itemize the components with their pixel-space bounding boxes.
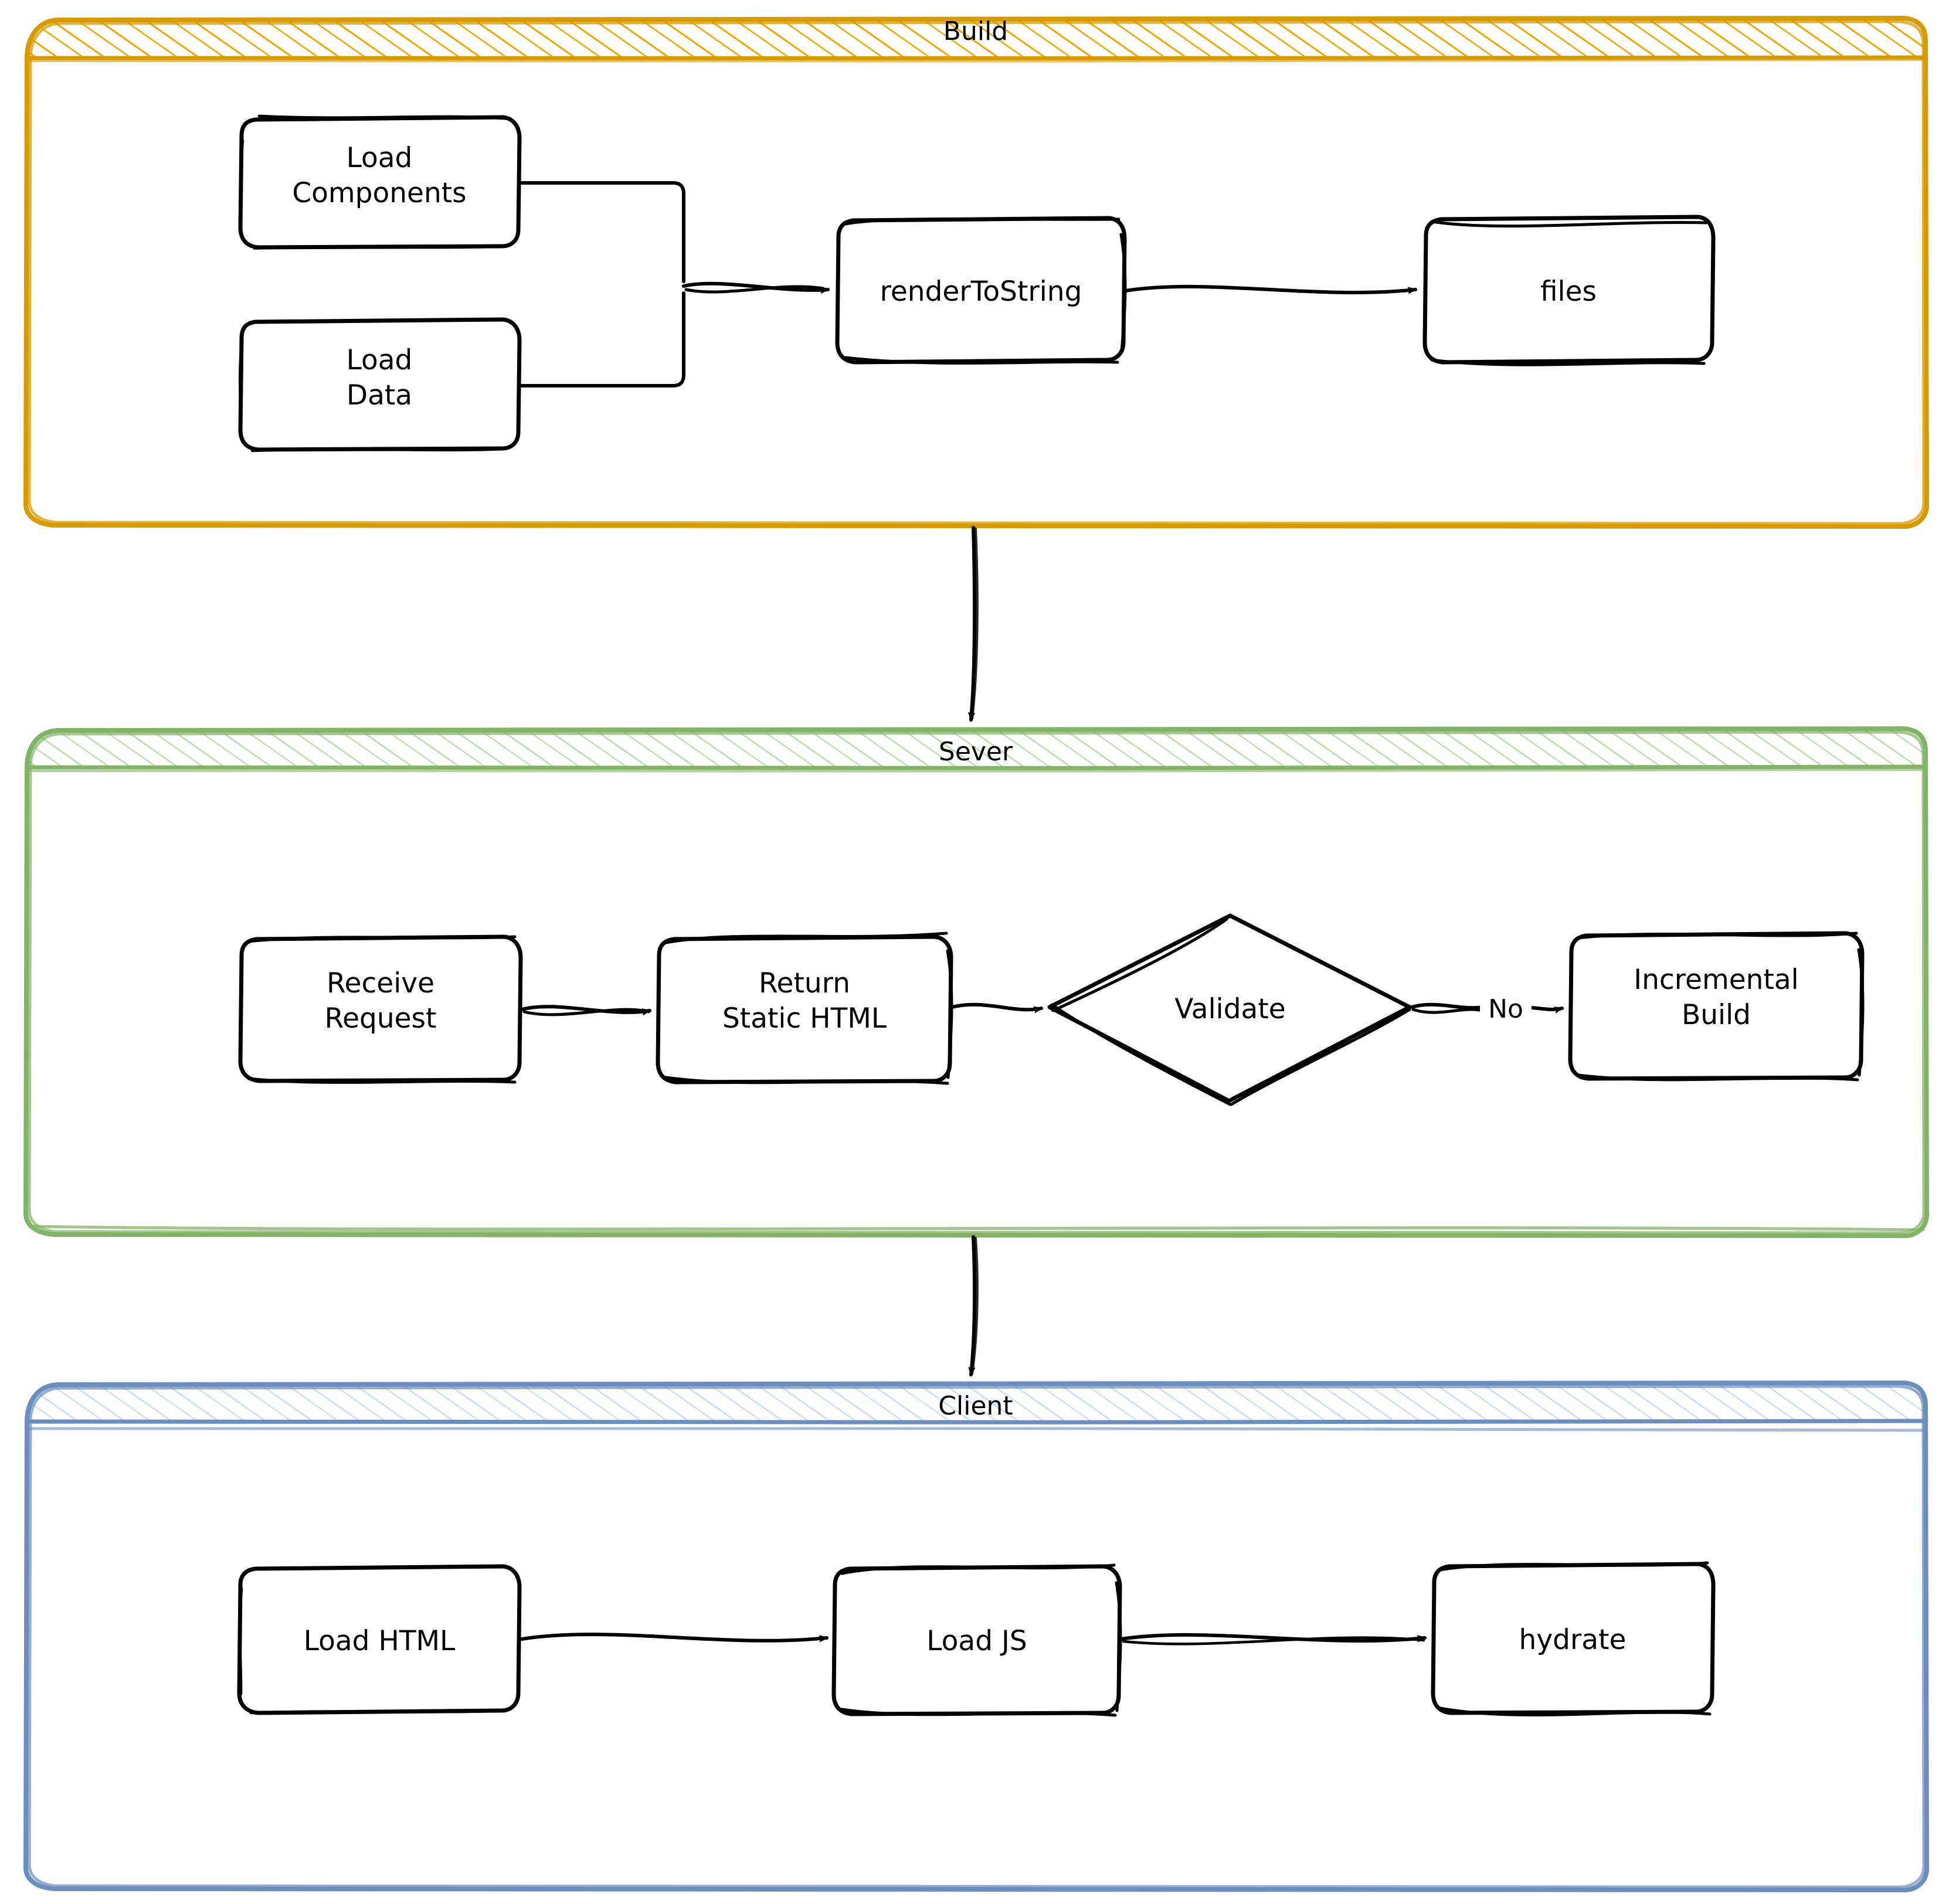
edge-load-html-to-load-js: [520, 1633, 829, 1643]
node-files[interactable]: [1422, 215, 1716, 366]
edge-load-data-to-render: [518, 291, 685, 387]
node-validate[interactable]: [1047, 913, 1412, 1106]
node-load-components[interactable]: [238, 114, 522, 250]
edge-build-to-server: [968, 526, 979, 722]
edge-return-to-validate: [950, 1002, 1043, 1014]
sketch-vector-layer: [23, 16, 1929, 1893]
node-load-data[interactable]: [238, 317, 522, 453]
edge-load-js-to-hydrate: [1119, 1633, 1427, 1645]
edge-render-to-files: [1124, 284, 1417, 294]
node-return-static-html[interactable]: [656, 931, 953, 1085]
node-render-to-string[interactable]: [835, 216, 1127, 365]
diagram-canvas: Build Sever Client Load Components Load …: [0, 0, 1949, 1904]
edge-load-components-to-render: [518, 181, 685, 283]
edge-receive-to-return: [520, 1005, 651, 1016]
edge-server-to-client: [968, 1235, 979, 1376]
node-receive-request[interactable]: [238, 934, 523, 1084]
edge-validate-to-incremental: [1410, 1002, 1564, 1014]
node-load-js[interactable]: [831, 1563, 1122, 1717]
edge-junction-to-render: [682, 281, 830, 294]
node-hydrate[interactable]: [1431, 1561, 1716, 1716]
node-incremental-build[interactable]: [1568, 931, 1865, 1082]
node-load-html[interactable]: [237, 1564, 522, 1715]
